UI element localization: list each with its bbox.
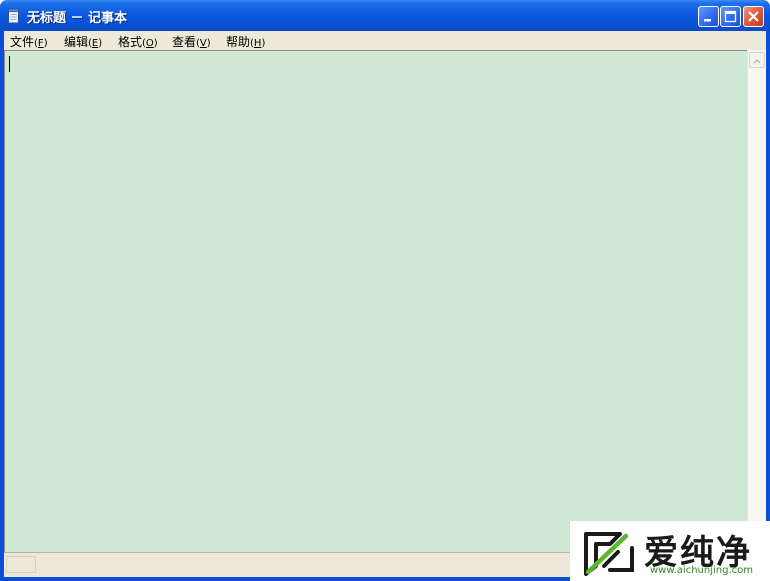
maximize-icon [724, 10, 737, 23]
minimize-button[interactable] [698, 6, 719, 27]
menu-file-label: 文件 [10, 35, 35, 49]
status-panel [6, 556, 36, 573]
menu-edit[interactable]: 编辑(E) [64, 33, 102, 50]
scroll-up-button[interactable] [749, 52, 765, 68]
menu-file-accelerator: (F) [34, 38, 48, 49]
text-editor[interactable] [4, 50, 747, 552]
menu-format-label: 格式 [118, 35, 143, 49]
vertical-scrollbar[interactable] [747, 50, 766, 552]
window-title: 无标题 － 记事本 [27, 11, 128, 26]
menu-help[interactable]: 帮助(H) [226, 33, 265, 50]
notepad-window: 无标题 － 记事本 文件(F) 编辑(E) 格式(O) 查看(V) 帮助(H) [0, 0, 770, 581]
maximize-button[interactable] [720, 6, 741, 27]
watermark-url: www.aichunjing.com [650, 565, 753, 576]
menu-file[interactable]: 文件(F) [10, 33, 48, 50]
menu-format[interactable]: 格式(O) [118, 33, 158, 50]
site-watermark: 爱纯净 www.aichunjing.com [570, 521, 770, 581]
close-icon [748, 11, 759, 22]
menu-edit-accelerator: (E) [88, 38, 103, 49]
notepad-icon [8, 8, 19, 24]
menu-edit-label: 编辑 [64, 35, 89, 49]
minimize-icon [704, 19, 711, 22]
menu-format-accelerator: (O) [142, 38, 158, 49]
menu-view[interactable]: 查看(V) [172, 33, 211, 50]
brand-logo-icon [584, 532, 634, 576]
close-button[interactable] [743, 6, 764, 27]
menu-view-accelerator: (V) [196, 38, 211, 49]
menu-bar: 文件(F) 编辑(E) 格式(O) 查看(V) 帮助(H) [4, 31, 766, 50]
text-caret [9, 56, 10, 72]
menu-help-accelerator: (H) [250, 38, 266, 49]
menu-help-label: 帮助 [226, 35, 251, 49]
menu-view-label: 查看 [172, 35, 197, 49]
title-bar[interactable]: 无标题 － 记事本 [0, 0, 770, 31]
chevron-up-icon [753, 58, 761, 64]
